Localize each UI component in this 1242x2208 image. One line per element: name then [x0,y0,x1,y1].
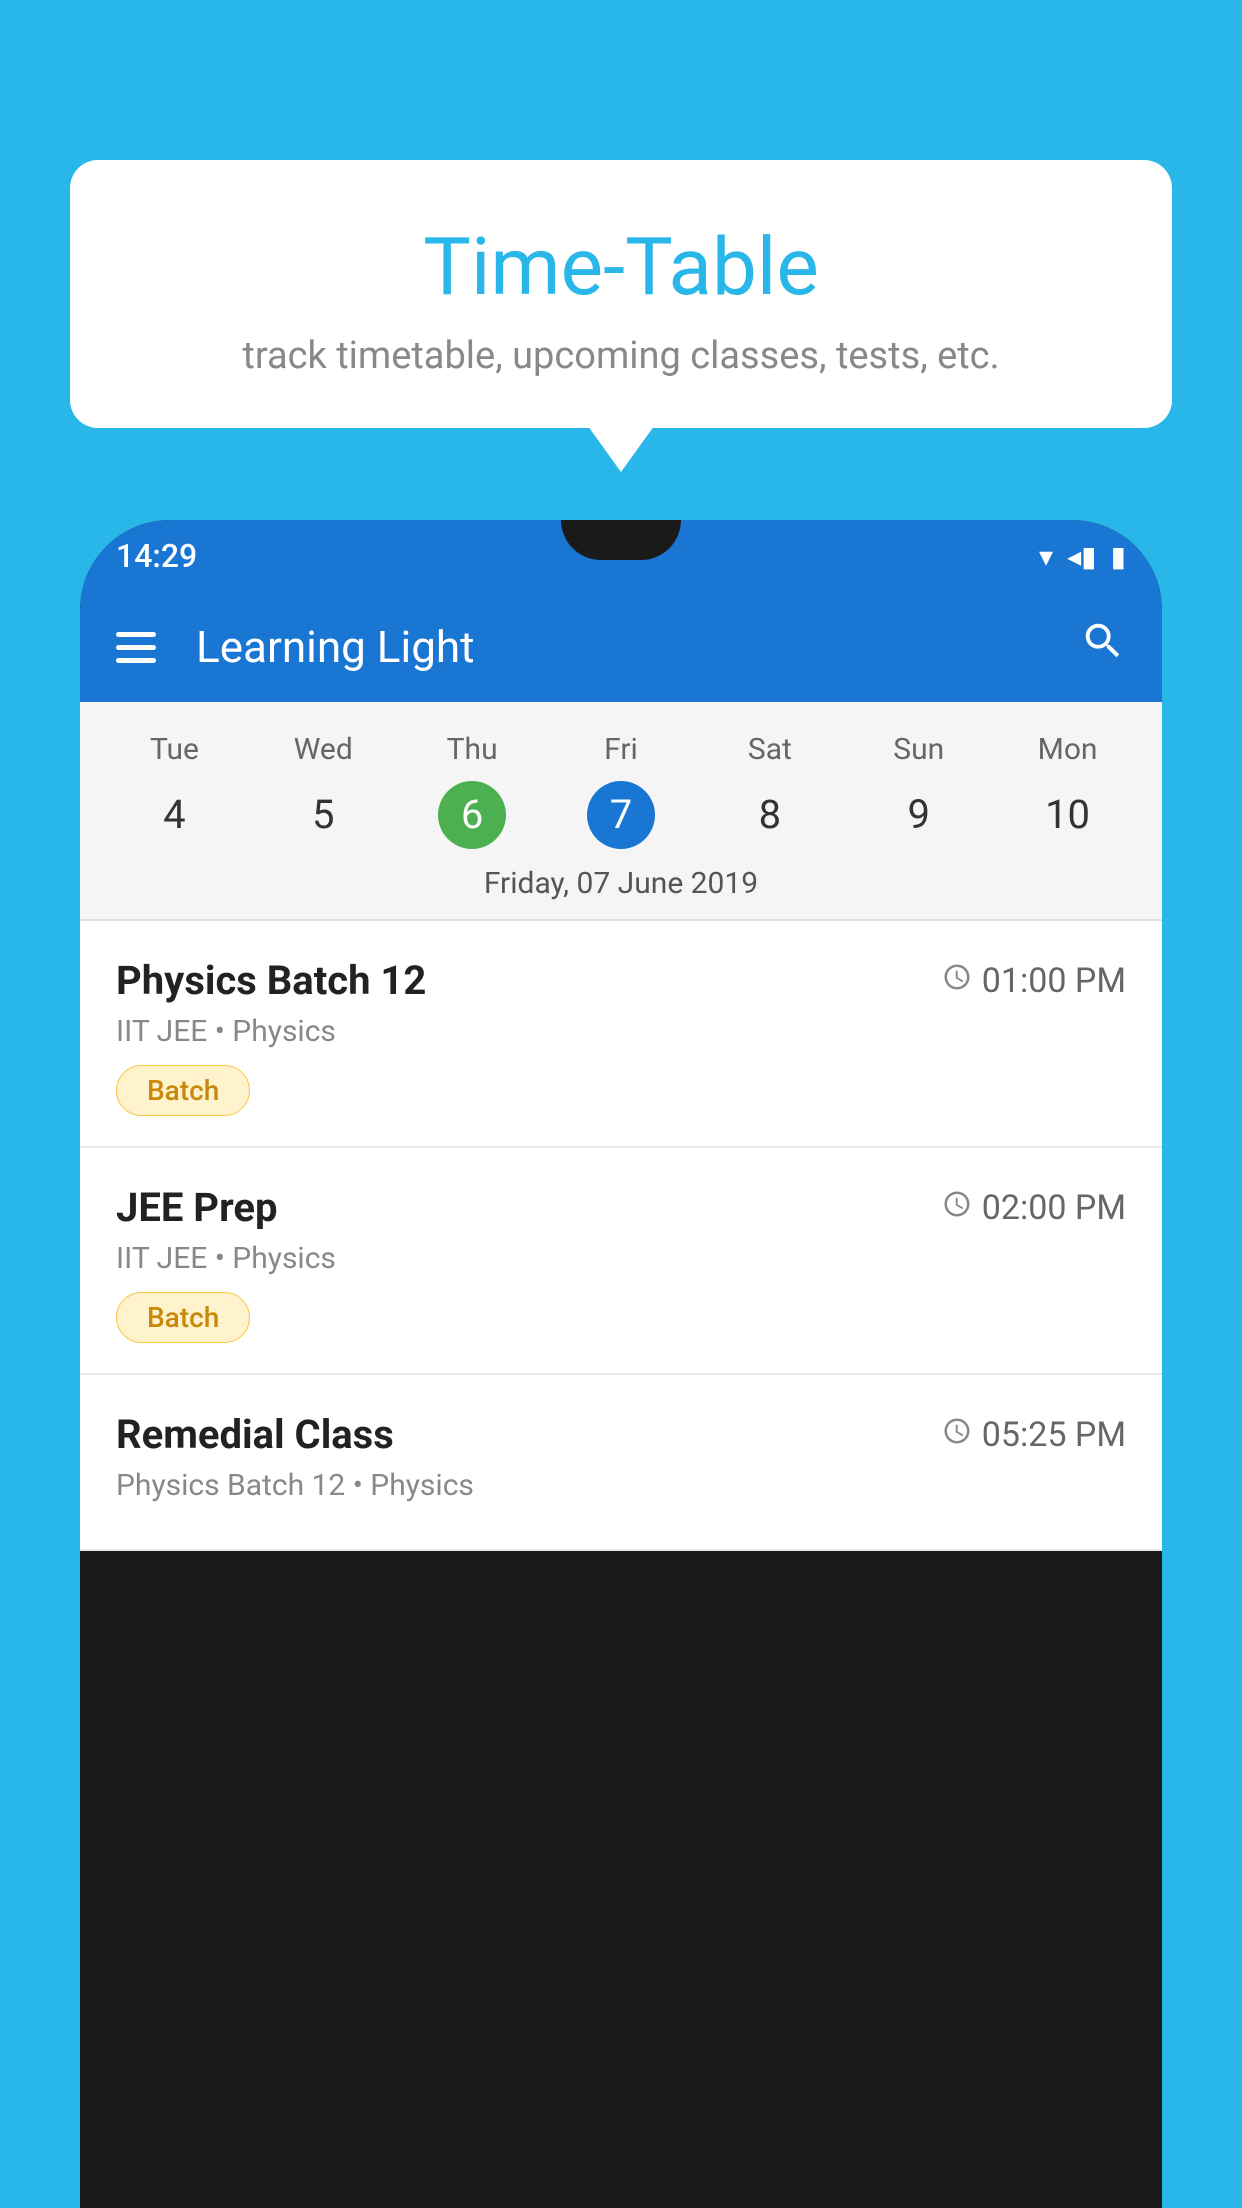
tooltip-card: Time-Table track timetable, upcoming cla… [70,160,1172,428]
schedule-item-1-header: Physics Batch 12 01:00 PM [116,957,1126,1004]
schedule-item-1-title: Physics Batch 12 [116,957,426,1004]
clock-icon-1 [942,962,972,1000]
search-button[interactable] [1080,618,1126,676]
day-8[interactable]: 8 [695,777,844,852]
day-header-fri: Fri [547,722,696,777]
schedule-list: Physics Batch 12 01:00 PM IIT JEE • Phys… [80,921,1162,1551]
day-header-mon: Mon [993,722,1142,777]
schedule-item-3-header: Remedial Class 05:25 PM [116,1411,1126,1458]
schedule-item-2-time: 02:00 PM [942,1188,1126,1228]
status-time: 14:29 [116,537,197,575]
day-header-wed: Wed [249,722,398,777]
schedule-item-2-header: JEE Prep 02:00 PM [116,1184,1126,1231]
phone-frame: 14:29 ▾ ◂▮ ▮ Learning Light Tue Wed Thu [80,520,1162,2208]
day-7-selected[interactable]: 7 [547,777,696,852]
schedule-item-3-title: Remedial Class [116,1411,394,1458]
day-headers: Tue Wed Thu Fri Sat Sun Mon [80,722,1162,777]
tooltip-title: Time-Table [130,220,1112,314]
day-header-tue: Tue [100,722,249,777]
selected-date-label: Friday, 07 June 2019 [80,852,1162,919]
day-5[interactable]: 5 [249,777,398,852]
schedule-item-3-time: 05:25 PM [942,1415,1126,1455]
app-title: Learning Light [196,621,1050,673]
schedule-item-1-time: 01:00 PM [942,961,1126,1001]
day-9[interactable]: 9 [844,777,993,852]
signal-icon: ◂▮ [1067,540,1096,573]
calendar-strip: Tue Wed Thu Fri Sat Sun Mon 4 5 6 7 [80,702,1162,919]
day-10[interactable]: 10 [993,777,1142,852]
schedule-item-1-time-text: 01:00 PM [982,961,1126,1001]
day-header-thu: Thu [398,722,547,777]
clock-icon-2 [942,1189,972,1227]
schedule-item-2-time-text: 02:00 PM [982,1188,1126,1228]
day-header-sat: Sat [695,722,844,777]
day-4[interactable]: 4 [100,777,249,852]
schedule-item-2-tag: Batch [116,1292,250,1343]
schedule-item-3-subtitle: Physics Batch 12 • Physics [116,1468,1126,1503]
clock-icon-3 [942,1416,972,1454]
wifi-icon: ▾ [1039,540,1053,573]
day-6-today[interactable]: 6 [398,777,547,852]
phone-notch [561,520,681,560]
status-bar: 14:29 ▾ ◂▮ ▮ [80,520,1162,592]
schedule-item-3[interactable]: Remedial Class 05:25 PM Physics Batch 12… [80,1375,1162,1551]
tooltip-subtitle: track timetable, upcoming classes, tests… [130,334,1112,378]
app-bar: Learning Light [80,592,1162,702]
schedule-item-1-subtitle: IIT JEE • Physics [116,1014,1126,1049]
schedule-item-2-subtitle: IIT JEE • Physics [116,1241,1126,1276]
hamburger-menu[interactable] [116,632,156,663]
phone-screen: Tue Wed Thu Fri Sat Sun Mon 4 5 6 7 [80,702,1162,1551]
day-numbers: 4 5 6 7 8 9 10 [80,777,1162,852]
schedule-item-3-time-text: 05:25 PM [982,1415,1126,1455]
day-header-sun: Sun [844,722,993,777]
schedule-item-2[interactable]: JEE Prep 02:00 PM IIT JEE • Physics Batc… [80,1148,1162,1375]
status-icons: ▾ ◂▮ ▮ [1039,540,1126,573]
schedule-item-1[interactable]: Physics Batch 12 01:00 PM IIT JEE • Phys… [80,921,1162,1148]
battery-icon: ▮ [1111,540,1126,573]
schedule-item-1-tag: Batch [116,1065,250,1116]
schedule-item-2-title: JEE Prep [116,1184,277,1231]
